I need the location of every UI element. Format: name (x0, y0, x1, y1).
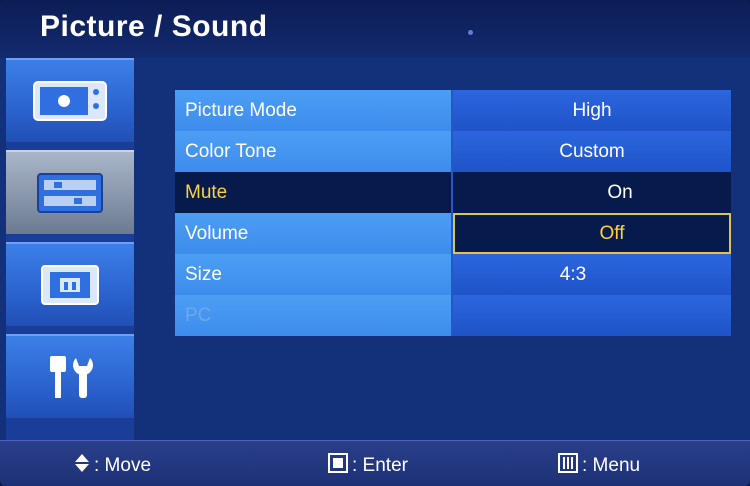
page-title: Picture / Sound (40, 10, 268, 43)
category-sidebar (6, 58, 134, 440)
row-value: On (453, 172, 731, 213)
key-hint-bar: : Move : Enter : Menu (0, 440, 750, 486)
sidebar-tab-picture[interactable] (6, 58, 134, 142)
hint-move-label: : Move (94, 455, 152, 476)
sidebar-tab-size[interactable] (6, 242, 134, 326)
header-indicator-dot (468, 30, 473, 35)
tv-picture-icon (28, 76, 112, 126)
row-value: High (453, 90, 731, 131)
row-label: PC (175, 295, 453, 336)
sidebar-tab-setup[interactable] (6, 334, 134, 418)
row-label: Size (175, 254, 453, 295)
osd-screen: Picture / Sound Picture Mode High Color … (0, 0, 750, 486)
hint-menu: : Menu (558, 453, 640, 479)
screen-size-icon (28, 260, 112, 310)
hint-move: : Move (74, 453, 151, 479)
menu-row-volume[interactable]: Volume Off (175, 213, 731, 254)
hint-enter: : Enter (328, 453, 408, 479)
menu-row-size[interactable]: Size 4:3 (175, 254, 731, 295)
menu-row-color-tone[interactable]: Color Tone Custom (175, 131, 731, 172)
sidebar-tab-sound[interactable] (6, 150, 134, 234)
row-value (453, 295, 731, 336)
row-value-editor[interactable]: Off (453, 213, 731, 254)
sound-panel-icon (28, 168, 112, 218)
menu-row-picture-mode[interactable]: Picture Mode High (175, 90, 731, 131)
row-value: 4:3 (453, 254, 731, 295)
settings-menu: Picture Mode High Color Tone Custom Mute… (175, 90, 731, 336)
menu-header: Picture / Sound (0, 0, 750, 58)
menu-row-mute[interactable]: Mute On (175, 172, 731, 213)
menu-bars-icon (558, 453, 578, 479)
hint-menu-label: : Menu (582, 455, 641, 476)
hint-enter-label: : Enter (352, 455, 408, 476)
row-label: Color Tone (175, 131, 453, 172)
row-label: Mute (175, 172, 453, 213)
menu-row-pc: PC (175, 295, 731, 336)
row-value: Custom (453, 131, 731, 172)
row-label: Volume (175, 213, 453, 254)
enter-square-icon (328, 453, 348, 479)
row-label: Picture Mode (175, 90, 453, 131)
setup-tools-icon (28, 352, 112, 402)
up-down-arrow-icon (74, 453, 90, 479)
